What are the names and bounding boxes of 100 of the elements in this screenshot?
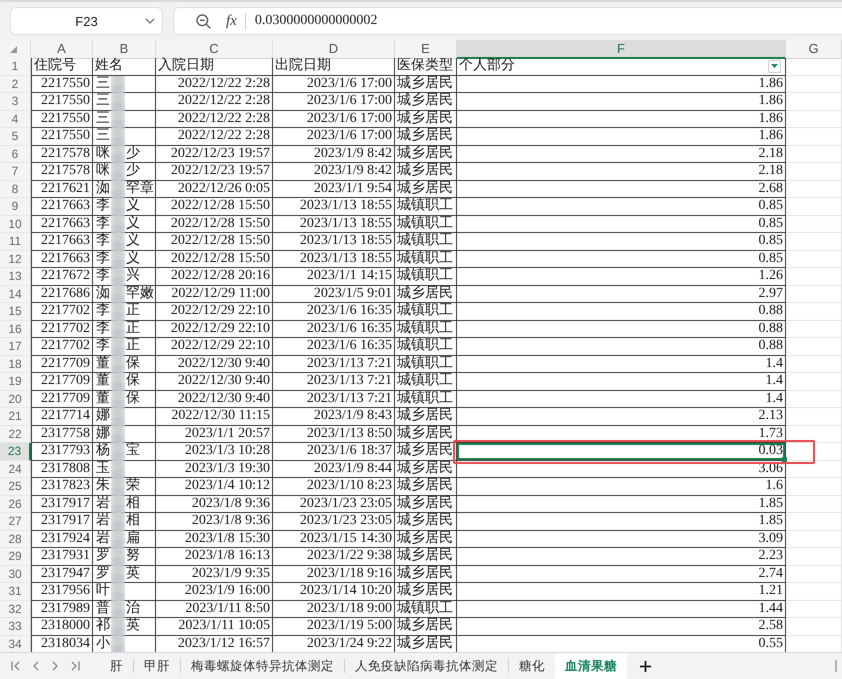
row-header[interactable]: 17 <box>0 338 31 356</box>
formula-input[interactable]: 0.0300000000000002 <box>254 13 378 29</box>
table-cell: 1.85 <box>457 496 786 513</box>
row-header[interactable]: 32 <box>0 600 31 618</box>
row-header[interactable]: 14 <box>0 286 31 303</box>
empty-cell <box>786 390 842 408</box>
row-header[interactable]: 22 <box>0 426 31 443</box>
sheet-tab[interactable]: 甲肝 <box>134 653 180 679</box>
sheet-tab[interactable]: 糖化 <box>509 653 555 679</box>
magnifier-icon[interactable] <box>196 14 211 28</box>
row-header[interactable]: 9 <box>0 198 31 216</box>
empty-cell <box>786 426 842 443</box>
row-header[interactable]: 26 <box>0 496 31 513</box>
empty-cell <box>786 93 842 110</box>
table-cell: 2022/12/30 9:40 <box>156 373 273 390</box>
select-all-icon[interactable] <box>10 46 17 53</box>
table-cell: 0.85 <box>457 233 786 250</box>
chevron-right-icon[interactable] <box>52 661 58 671</box>
name-text: 保 <box>126 373 140 388</box>
row-header[interactable]: 3 <box>0 93 31 110</box>
table-cell: 1.86 <box>457 110 786 128</box>
table-cell: 2217663 <box>31 250 93 268</box>
table-cell: 2217686 <box>31 286 93 303</box>
table-cell: 城镇职工 <box>395 216 457 233</box>
row-header[interactable]: 24 <box>0 460 31 478</box>
name-text: 英 <box>126 618 140 633</box>
name-text: 董 <box>96 390 110 407</box>
table-cell: 1.6 <box>457 478 786 496</box>
row-header[interactable]: 33 <box>0 618 31 636</box>
empty-cell <box>786 478 842 496</box>
sheet-tab[interactable]: 人免疫缺陷病毒抗体测定 <box>345 653 508 679</box>
chevron-down-icon[interactable] <box>145 18 155 24</box>
row-header[interactable]: 21 <box>0 408 31 426</box>
name-text: 李 <box>96 268 110 284</box>
table-cell: 2217663 <box>31 198 93 216</box>
column-title: 出院日期 <box>275 58 331 74</box>
row-header[interactable]: 23 <box>0 443 31 460</box>
row-header[interactable]: 10 <box>0 216 31 233</box>
function-button[interactable]: fx <box>224 12 239 30</box>
table-cell: 0.88 <box>457 338 786 356</box>
sheet-tab[interactable]: 血清果糖 <box>555 653 627 679</box>
table-cell: 2022/12/30 9:40 <box>156 390 273 408</box>
row-header[interactable]: 4 <box>0 110 31 128</box>
name-text: 正 <box>126 320 140 336</box>
sheet-tab[interactable]: 肝 <box>100 653 133 679</box>
row-header[interactable]: 8 <box>0 180 31 198</box>
fill-handle-icon[interactable] <box>782 456 787 462</box>
row-header[interactable]: 5 <box>0 128 31 146</box>
row-header[interactable]: 34 <box>0 636 31 652</box>
column-header[interactable]: F <box>457 40 786 59</box>
table-cell: 2023/1/1 9:54 <box>273 180 395 198</box>
row-header[interactable]: 27 <box>0 513 31 530</box>
empty-cell <box>786 198 842 216</box>
table-cell: 2023/1/1 14:15 <box>273 268 395 286</box>
row-header[interactable]: 6 <box>0 146 31 163</box>
row-header[interactable]: 20 <box>0 390 31 408</box>
row-header[interactable]: 11 <box>0 233 31 250</box>
name-text: 董 <box>96 356 110 372</box>
row-header[interactable]: 30 <box>0 566 31 583</box>
sheet-tab[interactable]: 梅毒螺旋体特异抗体测定 <box>181 653 344 679</box>
name-box[interactable]: F23 <box>10 7 163 35</box>
column-header[interactable]: B <box>93 40 156 59</box>
row-header[interactable]: 13 <box>0 268 31 286</box>
row-header[interactable]: 2 <box>0 76 31 93</box>
table-cell: 2023/1/8 9:36 <box>156 513 273 530</box>
empty-cell <box>786 58 842 76</box>
column-header[interactable]: G <box>786 40 842 59</box>
row-header[interactable]: 19 <box>0 373 31 390</box>
table-cell: 2217709 <box>31 356 93 373</box>
table-cell: 城乡居民 <box>395 180 457 198</box>
row-header[interactable]: 28 <box>0 530 31 548</box>
table-cell: 2.74 <box>457 566 786 583</box>
column-header[interactable]: C <box>156 40 273 59</box>
row-header[interactable]: 16 <box>0 320 31 338</box>
skip-left-icon[interactable] <box>11 661 20 671</box>
row-header[interactable]: 18 <box>0 356 31 373</box>
column-header[interactable]: A <box>31 40 93 59</box>
skip-right-icon[interactable] <box>71 661 80 671</box>
table-cell: 城乡居民 <box>395 110 457 128</box>
row-header[interactable]: 15 <box>0 303 31 320</box>
row-header[interactable]: 12 <box>0 250 31 268</box>
table-cell: 2023/1/6 16:35 <box>273 320 395 338</box>
splitter-handle-icon[interactable] <box>835 660 837 672</box>
chevron-left-icon[interactable] <box>33 661 39 671</box>
name-text: 兴 <box>126 268 140 283</box>
filter-button[interactable] <box>768 60 781 73</box>
table-cell: 2023/1/9 8:42 <box>273 146 395 163</box>
empty-cell <box>786 373 842 390</box>
name-text: 荣 <box>126 478 140 493</box>
row-header[interactable]: 25 <box>0 478 31 496</box>
column-header[interactable]: D <box>273 40 395 59</box>
name-text: 岩 <box>96 513 110 530</box>
row-header[interactable]: 31 <box>0 583 31 600</box>
plus-icon[interactable] <box>640 660 651 672</box>
table-cell: 2023/1/6 16:35 <box>273 303 395 320</box>
table-cell: 2217578 <box>31 163 93 180</box>
empty-cell <box>786 110 842 128</box>
row-header[interactable]: 1 <box>0 58 31 76</box>
row-header[interactable]: 29 <box>0 548 31 566</box>
row-header[interactable]: 7 <box>0 163 31 180</box>
